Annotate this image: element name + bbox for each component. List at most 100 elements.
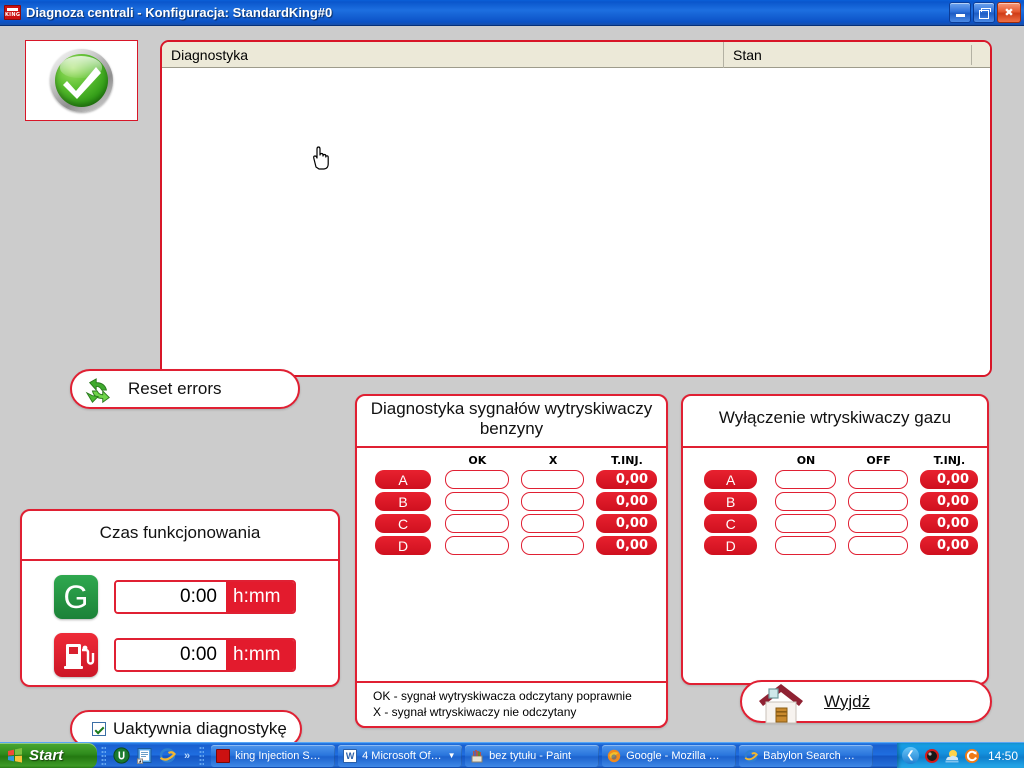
gas-row-on[interactable] — [775, 492, 836, 511]
task-button-microsoft-office[interactable]: W 4 Microsoft Of… ▼ — [338, 744, 463, 767]
reset-errors-button[interactable]: Reset errors — [70, 369, 300, 409]
petrol-legend: OK - sygnał wytryskiwacza odczytany popr… — [355, 681, 668, 728]
column-divider — [971, 45, 972, 65]
gas-row-name: B — [704, 492, 758, 511]
gas-time-row: 0:00 h:mm — [54, 575, 338, 619]
system-tray: ❮ 14:50 — [896, 742, 1024, 768]
petrol-time-unit: h:mm — [226, 640, 294, 670]
petrol-row-tinj: 0,00 — [596, 492, 657, 511]
column-header-diagnostyka[interactable]: Diagnostyka — [162, 42, 723, 68]
fuel-pump-badge-icon — [54, 633, 98, 677]
chevron-down-icon[interactable]: ▼ — [448, 751, 456, 760]
gas-row-off[interactable] — [847, 514, 909, 533]
tray-clock[interactable]: 14:50 — [988, 749, 1018, 763]
list-header: Diagnostyka Stan — [162, 42, 990, 68]
minimize-button[interactable] — [949, 2, 971, 23]
gas-injector-shutoff-panel: Wyłączenie wtryskiwaczy gazu ON OFF T.IN… — [681, 394, 989, 685]
king-logo-icon: KING — [4, 5, 21, 20]
petrol-row-x — [520, 514, 585, 533]
petrol-injector-table: OK X T.INJ. A 0,00 B 0,00 C 0,00 D 0,00 — [357, 448, 666, 555]
gas-panel-title: Wyłączenie wtryskiwaczy gazu — [683, 396, 987, 448]
task-label: king Injection S… — [235, 749, 321, 762]
petrol-row-tinj: 0,00 — [596, 470, 657, 489]
table-row: B 0,00 — [366, 492, 657, 511]
gas-g-badge-icon — [54, 575, 98, 619]
restore-button[interactable] — [973, 2, 995, 23]
windows-flag-icon — [8, 748, 22, 763]
petrol-col-name — [375, 454, 431, 467]
petrol-col-x: X — [548, 454, 558, 467]
table-row: D 0,00 — [692, 536, 979, 555]
diagnostics-list[interactable]: Diagnostyka Stan — [160, 40, 992, 377]
internet-explorer-icon[interactable] — [159, 747, 176, 764]
gas-row-on[interactable] — [775, 536, 836, 555]
orange-refresh-icon[interactable] — [964, 748, 980, 764]
table-row: C 0,00 — [366, 514, 657, 533]
table-row: A 0,00 — [692, 470, 979, 489]
list-body[interactable] — [162, 68, 990, 375]
petrol-row-tinj: 0,00 — [596, 536, 657, 555]
petrol-row-ok — [445, 536, 509, 555]
gas-row-on[interactable] — [775, 514, 836, 533]
window-controls: ✖ — [949, 2, 1021, 23]
utorrent-icon[interactable] — [113, 747, 130, 764]
exit-button[interactable]: Wyjdż — [740, 680, 992, 724]
gas-table-headers: ON OFF T.INJ. — [692, 454, 978, 467]
gas-col-on: ON — [796, 454, 816, 467]
gas-row-off[interactable] — [847, 470, 909, 489]
quick-launch-bar: » — [110, 747, 195, 764]
start-button[interactable]: Start — [0, 742, 97, 768]
task-button-paint[interactable]: bez tytułu - Paint — [465, 744, 600, 767]
petrol-row-name: B — [375, 492, 432, 511]
gas-row-off[interactable] — [847, 536, 909, 555]
operating-time-panel: Czas funkcjonowania 0:00 h:mm — [20, 509, 340, 687]
form-body: Diagnostyka Stan Reset errors Czas funkc… — [0, 26, 1024, 748]
checkbox-checked-icon[interactable] — [92, 722, 106, 736]
notepad-shortcut-icon[interactable] — [136, 747, 153, 764]
taskbar-grip[interactable] — [101, 745, 106, 766]
close-button[interactable]: ✖ — [997, 2, 1021, 23]
petrol-row-ok — [445, 514, 509, 533]
exit-accel: W — [824, 691, 840, 711]
gas-row-tinj: 0,00 — [920, 492, 979, 511]
reset-errors-label: Reset errors — [128, 379, 222, 398]
start-label: Start — [29, 747, 64, 764]
exit-label: Wyjdż — [824, 692, 870, 712]
gas-row-name: A — [704, 470, 758, 489]
quicklaunch-more-icon[interactable]: » — [184, 750, 190, 762]
recycle-arrows-icon — [85, 378, 110, 404]
king-logo-icon — [216, 748, 231, 763]
task-button-firefox[interactable]: Google - Mozilla … — [602, 744, 737, 767]
legend-line-ok: OK - sygnał wytryskiwacza odczytany popr… — [373, 689, 632, 703]
mouse-cursor-hand — [313, 146, 329, 170]
table-row: C 0,00 — [692, 514, 979, 533]
gas-row-off[interactable] — [847, 492, 909, 511]
petrol-col-ok: OK — [468, 454, 487, 467]
petrol-row-name: C — [375, 514, 432, 533]
petrol-col-tinj: T.INJ. — [611, 454, 643, 467]
task-button-king-injection[interactable]: king Injection S… — [211, 744, 336, 767]
table-row: B 0,00 — [692, 492, 979, 511]
app-window: KING Diagnoza centrali - Konfiguracja: S… — [0, 0, 1024, 768]
table-row: D 0,00 — [366, 536, 657, 555]
petrol-row-name: D — [375, 536, 432, 555]
weather-sun-icon[interactable] — [944, 748, 960, 764]
task-label: bez tytułu - Paint — [489, 749, 572, 762]
gas-row-on[interactable] — [775, 470, 836, 489]
task-label: 4 Microsoft Of… — [362, 749, 442, 762]
gas-row-name: D — [704, 536, 758, 555]
gas-row-tinj: 0,00 — [920, 470, 979, 489]
petrol-row-tinj: 0,00 — [596, 514, 657, 533]
tray-expand-icon[interactable]: ❮ — [901, 747, 919, 764]
task-button-babylon-search[interactable]: Babylon Search … — [739, 744, 874, 767]
status-indicator-box — [25, 40, 138, 121]
black-ball-icon[interactable] — [924, 748, 940, 764]
petrol-row-x — [520, 492, 585, 511]
table-row: A 0,00 — [366, 470, 657, 489]
petrol-time-field[interactable]: 0:00 h:mm — [114, 638, 296, 672]
petrol-panel-title: Diagnostyka sygnałów wytryskiwaczy benzy… — [357, 396, 666, 448]
taskbar-grip[interactable] — [199, 745, 205, 766]
gas-injector-table: ON OFF T.INJ. A 0,00 B 0,00 C 0,00 D 0,0… — [683, 448, 987, 555]
gas-time-field[interactable]: 0:00 h:mm — [114, 580, 296, 614]
column-header-stan[interactable]: Stan — [723, 42, 969, 68]
